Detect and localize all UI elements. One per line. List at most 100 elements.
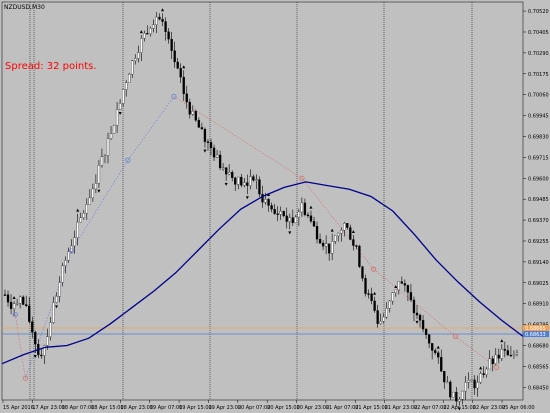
candle-body <box>294 216 297 223</box>
candle-body <box>170 38 173 51</box>
candle-body <box>100 156 104 166</box>
candle-body <box>434 350 437 353</box>
candle-body <box>25 304 28 307</box>
candle-body <box>300 202 304 213</box>
candle-body <box>315 225 319 240</box>
candle-body <box>212 147 216 158</box>
candle-body <box>3 294 7 296</box>
candle-body <box>234 177 237 185</box>
candle-body <box>318 239 322 244</box>
candle-body <box>309 215 313 222</box>
candle-body <box>282 211 285 217</box>
candle-body <box>334 235 337 242</box>
candle-body <box>470 379 473 382</box>
x-tick-label: 20 Apr 07:00 <box>238 405 271 411</box>
candle-body <box>394 289 397 293</box>
candle-body <box>194 111 198 121</box>
candle-body <box>115 109 119 126</box>
y-tick-label: 0.68450 <box>528 385 549 391</box>
candle-body <box>437 352 440 358</box>
candle-body <box>355 245 358 247</box>
candle-body <box>158 16 161 20</box>
x-tick-label: 18 Apr 23:00 <box>120 405 153 411</box>
candle-body <box>55 296 58 303</box>
candle-body <box>264 199 267 203</box>
candle-body <box>218 154 222 169</box>
candle-body <box>297 211 301 218</box>
candle-body <box>331 241 334 254</box>
x-tick-label: 18 Apr 07:00 <box>62 405 95 411</box>
candle-body <box>291 217 294 223</box>
candle-body <box>64 260 67 266</box>
candle-body <box>91 188 95 199</box>
candle-body <box>28 305 31 322</box>
candle-body <box>67 251 70 261</box>
y-tick-label: 0.70175 <box>528 72 549 78</box>
candle-body <box>327 243 331 254</box>
y-tick-label: 0.68565 <box>528 364 549 370</box>
candle-body <box>373 300 376 311</box>
x-tick-label: 22 Apr 23:00 <box>473 405 506 411</box>
candle-body <box>388 300 391 309</box>
candle-body <box>440 357 443 372</box>
candle-body <box>12 303 16 309</box>
candle-body <box>412 299 416 314</box>
y-tick-label: 0.70405 <box>528 30 549 36</box>
candle-body <box>340 230 343 234</box>
candle-body <box>421 320 425 330</box>
candle-body <box>376 310 379 324</box>
candle-body <box>31 321 34 333</box>
candle-body <box>200 127 204 130</box>
candle-body <box>188 101 191 115</box>
candle-body <box>321 242 325 247</box>
candle-body <box>476 382 479 389</box>
candle-body <box>58 282 61 297</box>
candle-body <box>61 265 64 283</box>
candle-body <box>379 321 382 324</box>
candle-body <box>146 33 149 35</box>
candle-body <box>9 302 13 309</box>
candle-body <box>385 308 388 318</box>
y-tick-label: 0.69255 <box>528 239 549 245</box>
y-tick-label: 0.69025 <box>528 281 549 287</box>
candle-body <box>449 381 452 398</box>
candle-body <box>512 354 516 356</box>
x-tick-label: 20 Apr 23:00 <box>297 405 330 411</box>
candle-body <box>458 399 461 402</box>
candle-body <box>446 381 449 384</box>
chart-title: NZDUSD,M30 <box>4 4 45 11</box>
candle-body <box>103 155 107 157</box>
candle-body <box>79 217 82 223</box>
candle-body <box>152 24 155 29</box>
candle-body <box>34 332 37 345</box>
candle-body <box>106 138 110 156</box>
candle-body <box>206 141 210 143</box>
candle-body <box>258 179 261 195</box>
candle-body <box>473 379 476 389</box>
candle-body <box>273 209 276 214</box>
candle-body <box>228 172 231 175</box>
x-tick-label: 21 Apr 07:00 <box>326 405 359 411</box>
y-tick-label: 0.68910 <box>528 302 549 308</box>
y-tick-label: 0.70060 <box>528 93 549 99</box>
candle-body <box>22 296 25 305</box>
candle-body <box>179 68 182 78</box>
x-tick-label: 15 Apr 2016 <box>3 405 34 411</box>
candle-body <box>185 93 188 103</box>
y-tick-label: 0.70290 <box>528 51 549 57</box>
candle-body <box>306 214 310 217</box>
candle-body <box>497 354 500 359</box>
candle-body <box>15 303 19 305</box>
candle-body <box>49 322 52 337</box>
candle-body <box>482 373 485 375</box>
candle-body <box>467 380 470 383</box>
candle-body <box>121 89 125 104</box>
x-tick-label: 22 Apr 07:00 <box>414 405 447 411</box>
candle-body <box>118 103 122 110</box>
price-chart[interactable]: 0.70520 0.70405 0.70290 0.70175 0.70060 0.699… <box>0 0 550 413</box>
candle-body <box>149 28 152 34</box>
candle-body <box>243 182 246 186</box>
candle-body <box>161 19 164 22</box>
candle-body <box>197 120 201 128</box>
candle-body <box>140 38 143 53</box>
